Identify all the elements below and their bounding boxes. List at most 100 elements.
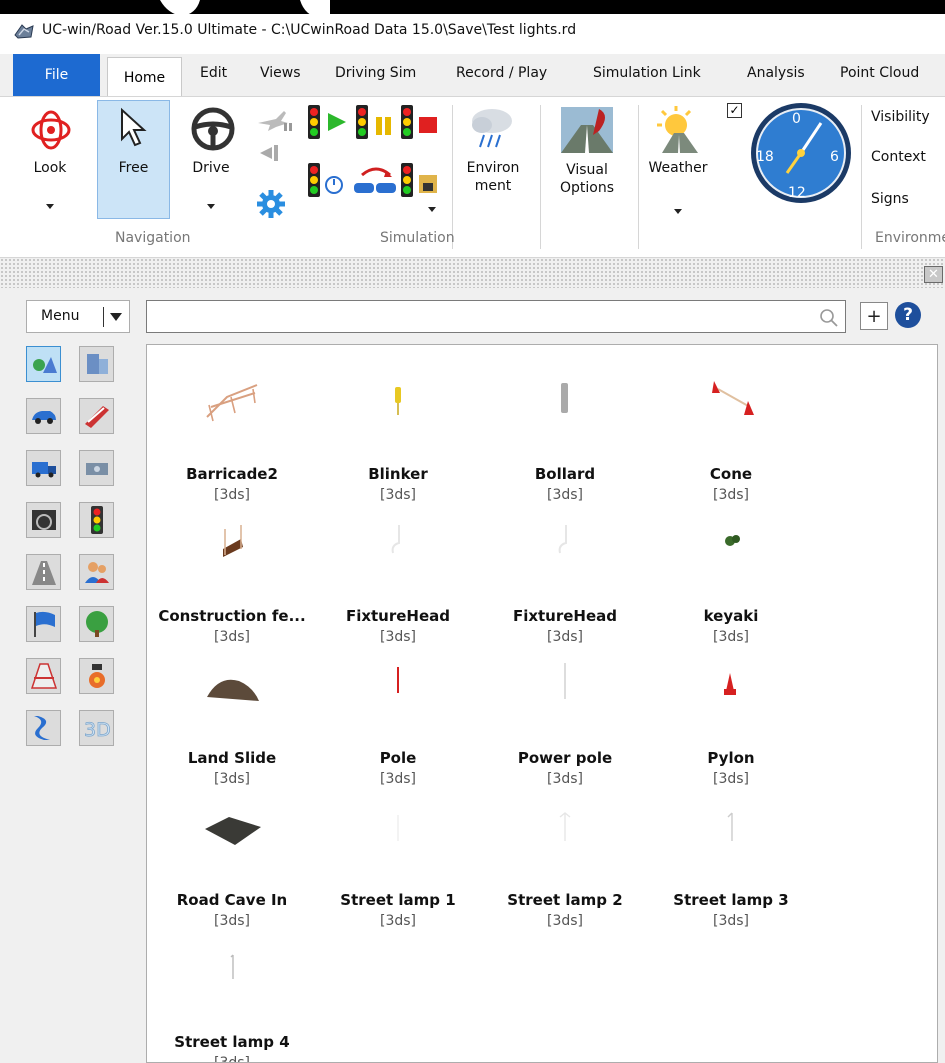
model-format: [3ds] [712,771,749,787]
tunnel-icon[interactable] [258,143,288,163]
model-item[interactable]: Cone [3ds] [646,367,816,503]
model-name: FixtureHead [512,607,618,625]
traffic-pause-icon[interactable] [354,103,400,143]
panel-close-icon[interactable]: ✕ [924,266,943,283]
visual-options-button[interactable]: Visual Options [548,161,626,197]
model-item[interactable]: FixtureHead [3ds] [480,509,650,645]
clock-label-12: 12 [788,185,806,201]
model-thumbnail [696,367,766,427]
model-item[interactable]: Street lamp 2 [3ds] [480,793,650,929]
settings-gear-icon[interactable] [256,189,286,219]
model-format: [3ds] [546,629,583,645]
category-signals-button[interactable] [79,502,114,538]
category-trucks-button[interactable] [26,450,61,486]
category-cars-button[interactable] [26,398,61,434]
model-name: Bollard [534,465,596,483]
category-shapes-button[interactable] [26,346,61,382]
model-thumbnail [530,367,600,427]
category-effects-button[interactable] [79,658,114,694]
menu-dropdown[interactable]: Menu [26,300,130,333]
tab-views[interactable]: Views [260,65,301,81]
category-buildings-button[interactable] [79,346,114,382]
model-item[interactable]: FixtureHead [3ds] [313,509,483,645]
model-format: [3ds] [712,913,749,929]
model-thumbnail [530,793,600,853]
model-item[interactable]: Street lamp 3 [3ds] [646,793,816,929]
drive-button[interactable]: Drive [181,159,241,177]
tab-analysis[interactable]: Analysis [747,65,805,81]
steering-wheel-icon [191,107,235,151]
model-name: Street lamp 4 [174,1033,290,1051]
tab-simulation-link[interactable]: Simulation Link [593,65,701,81]
panel-gripper[interactable] [0,258,945,288]
model-item[interactable]: Barricade2 [3ds] [147,367,317,503]
category-equipment-button[interactable] [79,450,114,486]
look-dropdown-icon[interactable] [46,204,54,209]
add-button[interactable]: + [860,302,888,330]
group-label-environment: Environmer [875,230,945,246]
aircraft-icon[interactable] [254,109,294,133]
model-name: Street lamp 3 [673,891,789,909]
menu-label: Menu [41,308,80,324]
menu-separator [103,307,104,327]
tab-record-play[interactable]: Record / Play [456,65,547,81]
model-name: Road Cave In [176,891,288,909]
model-name: Barricade2 [186,465,278,483]
model-item[interactable]: Blinker [3ds] [313,367,483,503]
model-item[interactable]: Construction fe... [3ds] [147,509,317,645]
road-icon [31,561,56,585]
search-icon[interactable] [819,308,839,328]
search-input[interactable] [146,300,846,333]
environment-button[interactable]: Environ ment [458,159,528,195]
traffic-timer-icon[interactable] [306,161,352,201]
model-item[interactable]: Bollard [3ds] [480,367,650,503]
traffic-play-icon[interactable] [306,103,352,143]
category-characters-button[interactable] [79,554,114,590]
model-item[interactable]: Pole [3ds] [313,651,483,787]
model-item[interactable]: Land Slide [3ds] [147,651,317,787]
model-item[interactable]: keyaki [3ds] [646,509,816,645]
vehicles-overtake-icon[interactable] [352,161,400,201]
category-flags-button[interactable] [26,606,61,642]
category-markings-button[interactable] [26,658,61,694]
model-format: [3ds] [546,771,583,787]
weather-dropdown-icon[interactable] [674,209,682,214]
simulation-dropdown-icon[interactable] [428,207,436,212]
category-trains-button[interactable] [79,398,114,434]
look-button[interactable]: Look [20,159,80,177]
tab-file[interactable]: File [13,54,100,96]
clock-checkbox[interactable]: ✓ [727,103,742,118]
tab-point-cloud[interactable]: Point Cloud [840,65,919,81]
category-cockpit-button[interactable] [26,502,61,538]
model-item[interactable]: Road Cave In [3ds] [147,793,317,929]
model-thumbnail [696,793,766,853]
visual-options-icon [561,107,613,153]
tab-driving-sim[interactable]: Driving Sim [335,65,416,81]
category-terrain-button[interactable] [26,710,61,746]
model-item[interactable]: Street lamp 4 [3ds] [147,935,317,1062]
model-name: Cone [709,465,753,483]
model-item[interactable]: Pylon [3ds] [646,651,816,787]
weather-button[interactable]: Weather [640,159,716,177]
tab-edit[interactable]: Edit [200,65,227,81]
category-roads-button[interactable] [26,554,61,590]
category-trees-button[interactable] [79,606,114,642]
look-icon [31,110,71,150]
context-button[interactable]: Context [871,149,926,165]
category-3d-models-button[interactable]: 3D [79,710,114,746]
visibility-button[interactable]: Visibility [871,109,930,125]
signs-button[interactable]: Signs [871,191,909,207]
traffic-stop-icon[interactable] [399,103,445,143]
model-item[interactable]: Power pole [3ds] [480,651,650,787]
3d-icon: 3D [83,719,111,740]
help-button[interactable]: ? [895,302,921,328]
clock-label-6: 6 [830,149,839,165]
ribbon: Look Free Drive Environ ment Visual Opti… [0,96,945,258]
tab-home[interactable]: Home [107,57,182,97]
drive-dropdown-icon[interactable] [207,204,215,209]
free-label: Free [118,160,149,176]
model-name: Pole [379,749,417,767]
traffic-save-icon[interactable] [399,161,445,201]
model-item[interactable]: Street lamp 1 [3ds] [313,793,483,929]
model-name: Power pole [517,749,613,767]
